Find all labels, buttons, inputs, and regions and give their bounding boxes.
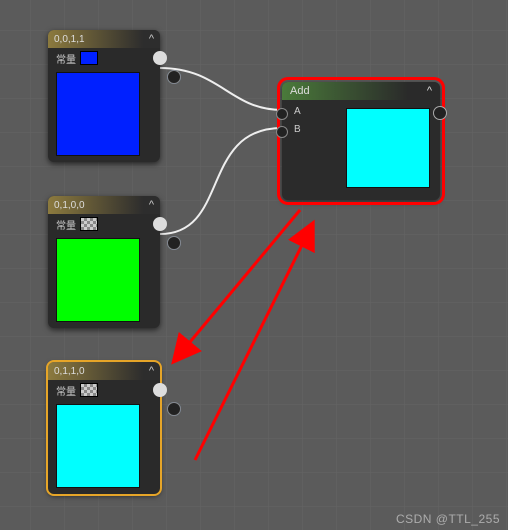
collapse-icon[interactable]: ^	[149, 199, 154, 211]
preview-swatch	[56, 238, 140, 322]
color-chip[interactable]	[80, 383, 98, 397]
preview-swatch	[56, 72, 140, 156]
input-label-a: A	[294, 106, 301, 117]
constant-node-3[interactable]: 0,1,1,0 ^ 常量	[48, 362, 160, 494]
node-title: Add	[290, 85, 310, 97]
input-pin-a[interactable]	[276, 108, 288, 120]
node-title: 0,1,0,0	[54, 200, 85, 211]
node-header[interactable]: 0,1,0,0 ^	[48, 196, 160, 214]
add-node-body: A B	[282, 100, 440, 196]
output-pin-rgba[interactable]	[153, 51, 167, 65]
node-header[interactable]: Add ^	[282, 82, 440, 100]
collapse-icon[interactable]: ^	[149, 33, 154, 45]
watermark: CSDN @TTL_255	[396, 512, 500, 526]
color-chip[interactable]	[80, 51, 98, 65]
node-header[interactable]: 0,1,1,0 ^	[48, 362, 160, 380]
node-param-row: 常量	[48, 48, 160, 68]
output-pin-a[interactable]	[167, 402, 181, 416]
add-node[interactable]: Add ^ A B	[282, 82, 440, 200]
output-pin-rgba[interactable]	[153, 217, 167, 231]
node-param-row: 常量	[48, 214, 160, 234]
node-param-row: 常量	[48, 380, 160, 400]
param-label: 常量	[56, 383, 76, 398]
node-header[interactable]: 0,0,1,1 ^	[48, 30, 160, 48]
color-chip[interactable]	[80, 217, 98, 231]
collapse-icon[interactable]: ^	[149, 365, 154, 377]
preview-swatch	[56, 404, 140, 488]
output-pin[interactable]	[433, 106, 447, 120]
output-pin-a[interactable]	[167, 236, 181, 250]
input-label-b: B	[294, 124, 301, 135]
param-label: 常量	[56, 51, 76, 66]
input-pin-b[interactable]	[276, 126, 288, 138]
output-pin-rgba[interactable]	[153, 383, 167, 397]
param-label: 常量	[56, 217, 76, 232]
constant-node-1[interactable]: 0,0,1,1 ^ 常量	[48, 30, 160, 162]
output-pin-a[interactable]	[167, 70, 181, 84]
node-title: 0,0,1,1	[54, 34, 85, 45]
node-title: 0,1,1,0	[54, 366, 85, 377]
preview-swatch	[346, 108, 430, 188]
collapse-icon[interactable]: ^	[427, 85, 432, 97]
constant-node-2[interactable]: 0,1,0,0 ^ 常量	[48, 196, 160, 328]
